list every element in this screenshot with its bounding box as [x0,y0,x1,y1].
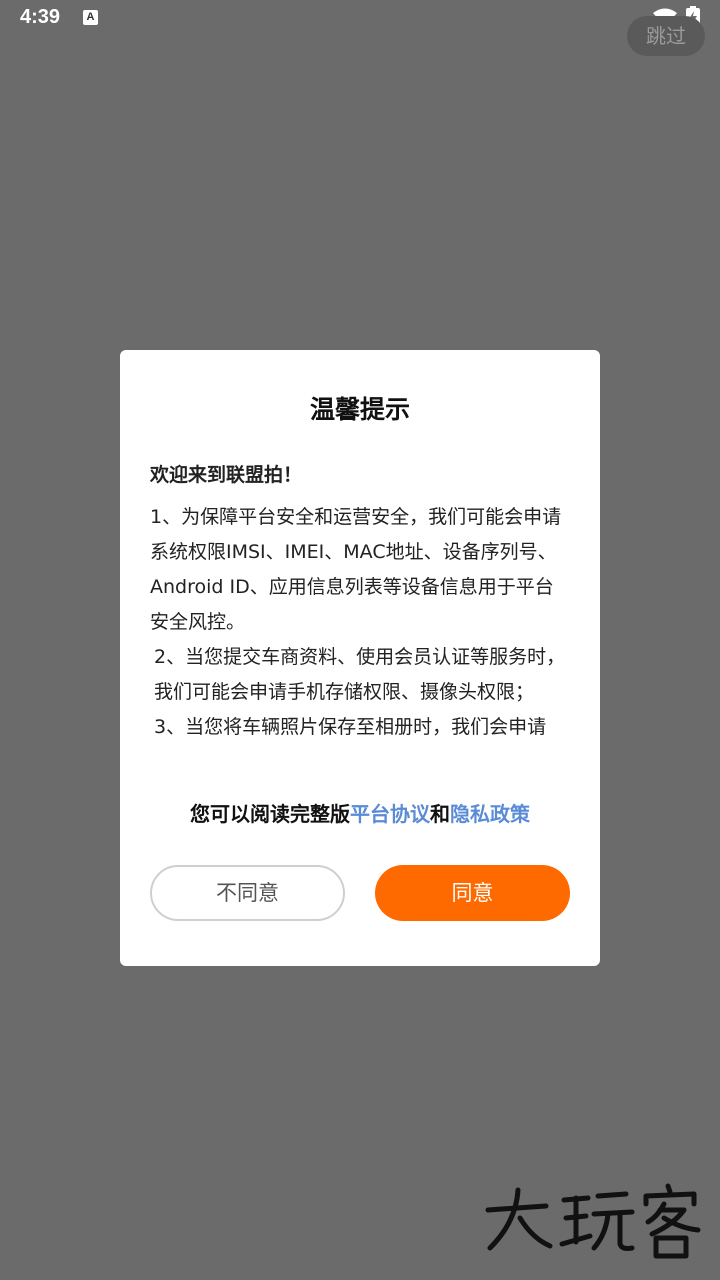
disagree-button[interactable]: 不同意 [150,865,345,921]
permission-paragraph-1: 1、为保障平台安全和运营安全，我们可能会申请系统权限IMSI、IMEI、MAC地… [150,506,562,633]
a-notification-icon: A [83,10,98,25]
welcome-text: 欢迎来到联盟拍！ [150,464,303,486]
watermark-logo [480,1182,710,1262]
agreement-and: 和 [430,802,450,826]
dialog-content-scroll[interactable]: 欢迎来到联盟拍！ 1、为保障平台安全和运营安全，我们可能会申请系统权限IMSI、… [150,458,570,780]
skip-button[interactable]: 跳过 [627,16,705,56]
platform-agreement-link[interactable]: 平台协议 [350,802,430,826]
agree-button[interactable]: 同意 [375,865,570,921]
agreement-line: 您可以阅读完整版平台协议和隐私政策 [120,798,600,827]
agreement-prefix: 您可以阅读完整版 [190,802,350,826]
privacy-dialog: 温馨提示 欢迎来到联盟拍！ 1、为保障平台安全和运营安全，我们可能会申请系统权限… [120,350,600,966]
privacy-policy-link[interactable]: 隐私政策 [450,802,530,826]
status-time: 4:39 [20,6,61,28]
dialog-title: 温馨提示 [309,395,410,424]
permission-paragraph-2: 2、当您提交车商资料、使用会员认证等服务时，我们可能会申请手机存储权限、摄像头权… [154,646,566,703]
permission-paragraph-3: 3、当您将车辆照片保存至相册时，我们会申请 [154,716,547,738]
status-bar: 4:39 A [0,0,720,38]
